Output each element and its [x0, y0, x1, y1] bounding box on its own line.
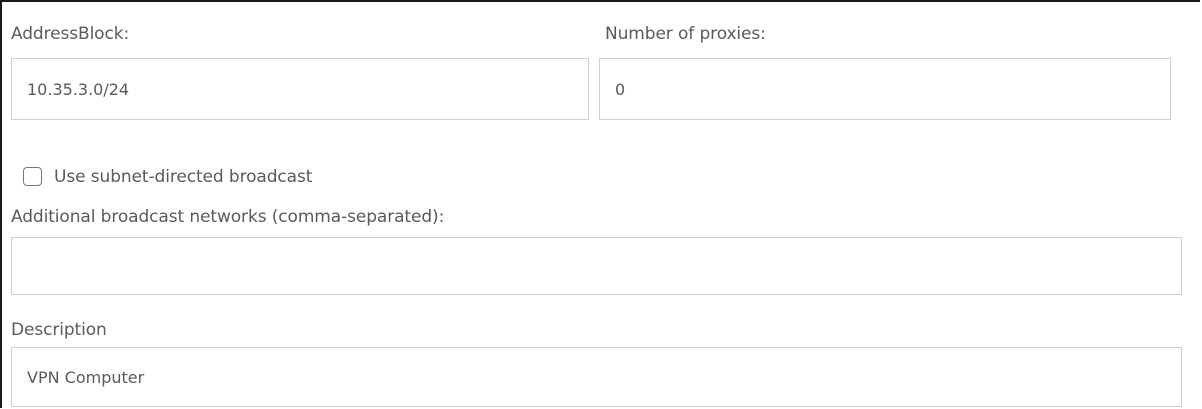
subnet-broadcast-checkbox[interactable] — [23, 167, 42, 186]
additional-networks-input[interactable] — [11, 237, 1182, 295]
form-panel: AddressBlock: Number of proxies: Use sub… — [0, 0, 1200, 408]
number-of-proxies-input[interactable] — [599, 58, 1171, 120]
description-label: Description — [11, 320, 107, 340]
additional-networks-label: Additional broadcast networks (comma-sep… — [11, 207, 445, 227]
number-of-proxies-label: Number of proxies: — [605, 24, 766, 44]
address-block-label: AddressBlock: — [11, 24, 130, 44]
subnet-broadcast-label: Use subnet-directed broadcast — [54, 167, 313, 187]
description-input[interactable] — [11, 347, 1182, 407]
address-block-input[interactable] — [11, 58, 589, 120]
